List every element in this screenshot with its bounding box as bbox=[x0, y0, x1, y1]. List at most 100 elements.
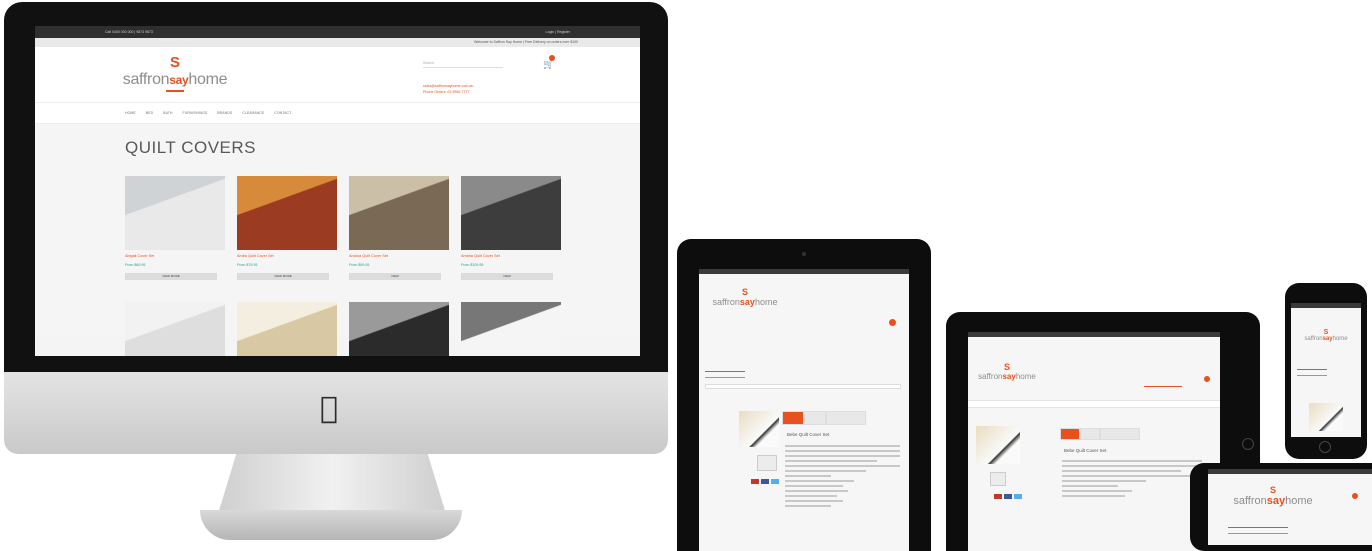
product-image[interactable] bbox=[237, 176, 337, 250]
product-thumbnail[interactable] bbox=[757, 455, 777, 471]
product-image[interactable] bbox=[125, 176, 225, 250]
nav-item-bed[interactable]: BED bbox=[146, 111, 153, 115]
tab-delivery[interactable] bbox=[804, 411, 826, 425]
product-name[interactable]: Andora Quilt Cover Set bbox=[349, 254, 449, 258]
product-card[interactable] bbox=[461, 302, 561, 356]
search-input[interactable] bbox=[705, 384, 901, 389]
iphone-landscape-device: S saffronsayhome bbox=[1190, 463, 1372, 551]
logo-wordmark: saffronsayhome bbox=[1228, 495, 1318, 507]
product-card[interactable]: Amira Quilt Cover Set From $79.95 VIEW M… bbox=[237, 176, 337, 280]
product-card[interactable] bbox=[125, 302, 225, 356]
imac-screen: Call 0400 000 000 | 9873 9873 Login | Re… bbox=[35, 26, 640, 356]
logo-glyph: S bbox=[1269, 485, 1276, 495]
mobile-logo[interactable]: S saffronsayhome bbox=[705, 287, 785, 307]
logo-glyph: S bbox=[1323, 329, 1329, 336]
logo-glyph: S bbox=[169, 54, 180, 71]
product-name[interactable]: Ambria Quilt Cover Set bbox=[461, 254, 561, 258]
tab-reviews[interactable] bbox=[1100, 428, 1140, 440]
header-divider bbox=[705, 371, 745, 372]
search-input[interactable]: Search bbox=[423, 61, 503, 68]
product-grid: Abigail Cover Set From $69.95 VIEW MORE … bbox=[125, 176, 561, 356]
product-image[interactable] bbox=[349, 302, 449, 356]
cart-icon[interactable] bbox=[1204, 376, 1210, 382]
product-price: From $109.95 bbox=[461, 263, 484, 267]
apple-logo-icon:  bbox=[316, 394, 342, 424]
logo-word-home: home bbox=[1285, 495, 1313, 507]
share-facebook-button[interactable] bbox=[761, 479, 769, 484]
tab-delivery[interactable] bbox=[1080, 428, 1100, 440]
status-bar bbox=[968, 332, 1220, 337]
nav-item-home[interactable]: HOME bbox=[125, 111, 136, 115]
view-button[interactable]: VIEW bbox=[461, 273, 553, 280]
header-contact: sales@saffronsayhome.com.au Phone Orders… bbox=[423, 83, 473, 95]
main-nav: HOME BED BATH FURNISHINGS BRANDS CLEARAN… bbox=[35, 102, 640, 124]
page-title: QUILT COVERS bbox=[125, 138, 257, 157]
logo-word-saffron: saffron bbox=[712, 297, 740, 307]
cart-icon[interactable] bbox=[889, 319, 896, 326]
share-pinterest-button[interactable] bbox=[751, 479, 759, 484]
status-bar bbox=[699, 269, 909, 274]
share-pinterest-button[interactable] bbox=[994, 494, 1002, 499]
mobile-logo[interactable]: S saffronsayhome bbox=[1295, 329, 1357, 342]
product-card[interactable]: Andora Quilt Cover Set From $99.95 VIEW bbox=[349, 176, 449, 280]
status-bar bbox=[1208, 469, 1372, 474]
status-bar bbox=[1291, 303, 1361, 308]
product-main-image[interactable] bbox=[1309, 403, 1343, 431]
site-topbar: Call 0400 000 000 | 9873 9873 Login | Re… bbox=[35, 26, 640, 38]
product-thumbnail[interactable] bbox=[990, 472, 1006, 486]
logo-underline bbox=[166, 90, 184, 92]
topbar-login-link[interactable]: Login | Register bbox=[546, 30, 570, 34]
social-share-buttons bbox=[994, 494, 1022, 499]
cart-icon[interactable] bbox=[1352, 493, 1358, 499]
welcome-strip: Welcome to Saffron Say Home | Free Deliv… bbox=[35, 38, 640, 47]
product-image[interactable] bbox=[461, 176, 561, 250]
product-card[interactable]: Abigail Cover Set From $69.95 VIEW MORE bbox=[125, 176, 225, 280]
product-price: From $79.95 bbox=[237, 263, 258, 267]
nav-item-furnishings[interactable]: FURNISHINGS bbox=[183, 111, 208, 115]
iphone-portrait-screen: S saffronsayhome bbox=[1291, 303, 1361, 437]
product-name[interactable]: Amira Quilt Cover Set bbox=[237, 254, 337, 258]
site-logo[interactable]: S saffronsayhome bbox=[115, 55, 235, 95]
imac-stand-neck bbox=[218, 454, 446, 514]
nav-item-bath[interactable]: BATH bbox=[163, 111, 172, 115]
product-card[interactable]: Ambria Quilt Cover Set From $109.95 VIEW bbox=[461, 176, 561, 280]
product-main-image[interactable] bbox=[976, 426, 1020, 464]
logo-word-say: say bbox=[739, 297, 755, 307]
view-more-button[interactable]: VIEW MORE bbox=[237, 273, 329, 280]
nav-item-clearance[interactable]: CLEARANCE bbox=[242, 111, 264, 115]
logo-word-saffron: saffron bbox=[1304, 336, 1323, 342]
logo-word-say: say bbox=[1002, 372, 1016, 381]
cart-count-badge bbox=[549, 55, 555, 61]
logo-word-say: say bbox=[1322, 336, 1333, 342]
share-facebook-button[interactable] bbox=[1004, 494, 1012, 499]
nav-item-brands[interactable]: BRANDS bbox=[217, 111, 232, 115]
mobile-logo[interactable]: S saffronsayhome bbox=[1228, 485, 1318, 507]
product-card[interactable] bbox=[237, 302, 337, 356]
view-more-button[interactable]: VIEW MORE bbox=[125, 273, 217, 280]
tab-details[interactable] bbox=[1060, 428, 1080, 440]
product-description bbox=[785, 445, 900, 510]
product-image[interactable] bbox=[237, 302, 337, 356]
camera-icon bbox=[802, 252, 806, 256]
social-share-buttons bbox=[751, 479, 779, 484]
main-nav bbox=[968, 400, 1220, 408]
product-card[interactable] bbox=[349, 302, 449, 356]
product-name[interactable]: Abigail Cover Set bbox=[125, 254, 225, 258]
logo-word-saffron: saffron bbox=[978, 372, 1003, 381]
header-divider bbox=[1297, 369, 1327, 370]
contact-phone: Phone Orders: 03 9555 7777 bbox=[423, 90, 470, 94]
product-image[interactable] bbox=[349, 176, 449, 250]
device-mockup-stage: Call 0400 000 000 | 9873 9873 Login | Re… bbox=[0, 0, 1372, 551]
mobile-logo[interactable]: S saffronsayhome bbox=[972, 362, 1042, 381]
product-image[interactable] bbox=[461, 302, 561, 356]
tab-reviews[interactable] bbox=[826, 411, 866, 425]
tab-details[interactable] bbox=[782, 411, 804, 425]
product-image[interactable] bbox=[125, 302, 225, 356]
nav-item-contact[interactable]: CONTACT bbox=[274, 111, 291, 115]
view-button[interactable]: VIEW bbox=[349, 273, 441, 280]
ipad-portrait-device: S saffronsayhome Bebe Quilt Cover Set bbox=[677, 239, 931, 551]
share-twitter-button[interactable] bbox=[1014, 494, 1022, 499]
logo-word-home: home bbox=[754, 297, 778, 307]
product-main-image[interactable] bbox=[739, 411, 779, 447]
share-twitter-button[interactable] bbox=[771, 479, 779, 484]
